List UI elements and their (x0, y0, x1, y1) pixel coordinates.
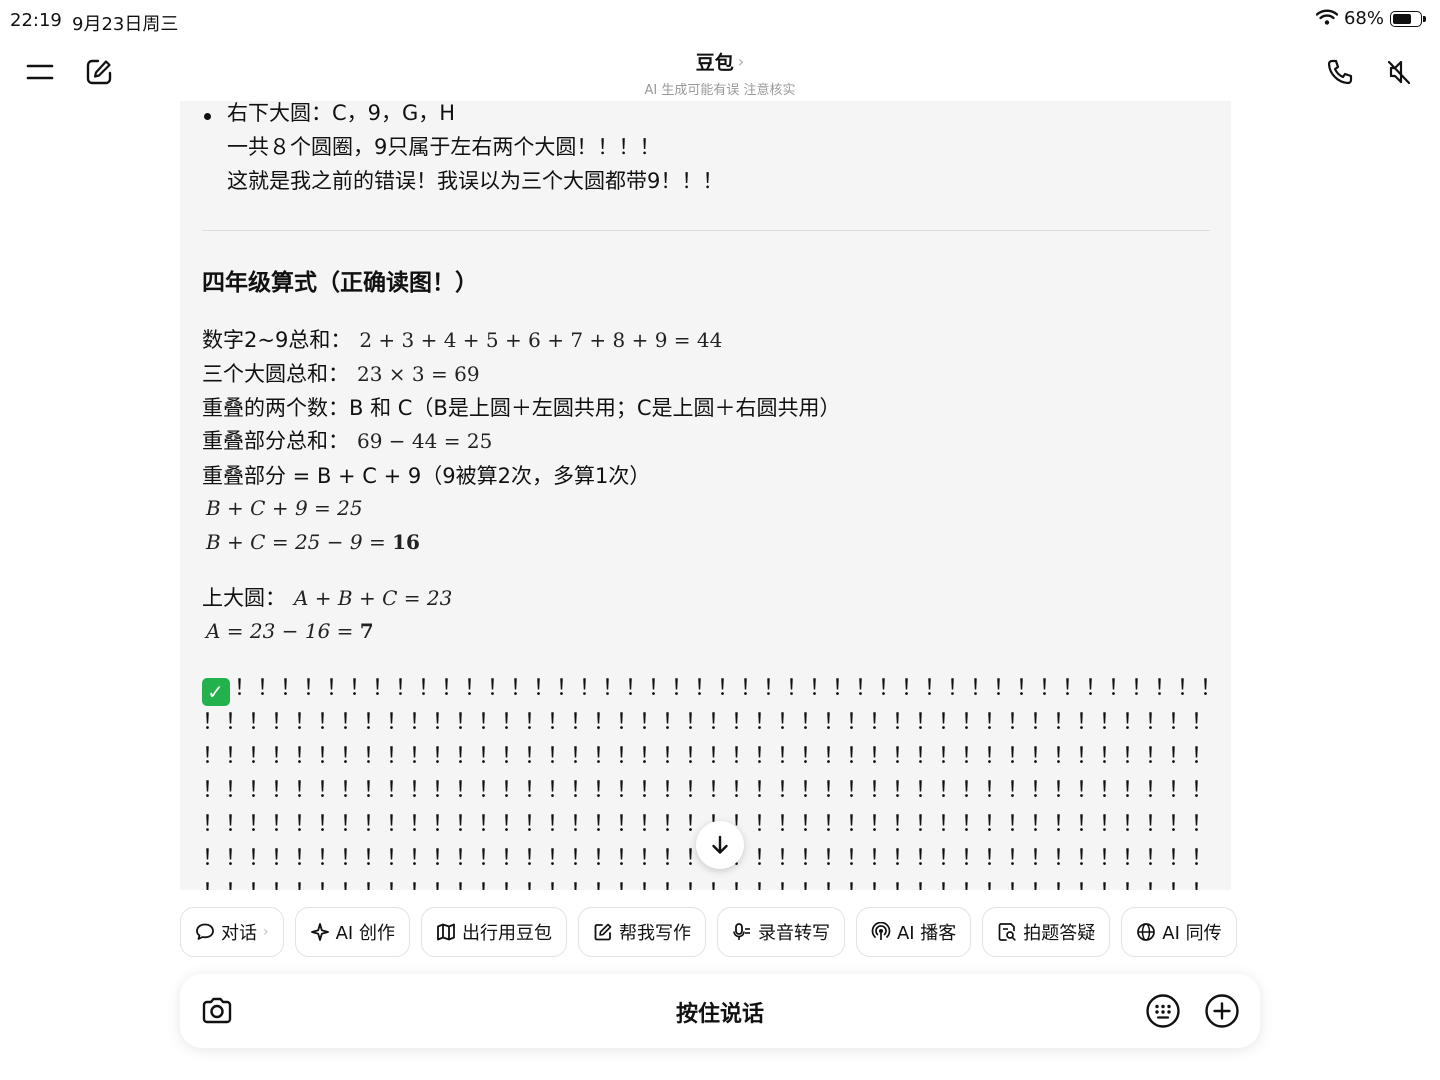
phone-icon[interactable] (1322, 54, 1358, 90)
edit-icon (594, 923, 612, 941)
section-heading: 四年级算式（正确读图！） (202, 270, 478, 296)
battery-icon (1390, 10, 1426, 27)
chat-title[interactable]: 豆包 (696, 48, 734, 75)
exclaim-line: ！！！！！！！！！！！！！！！！！！！！！！！！！！！！！！！！！！！！！！！！… (202, 710, 1210, 735)
chip-writing[interactable]: 帮我写作 (577, 907, 706, 957)
sparkle-icon (310, 923, 329, 941)
row-top-circle: 上大圆： A + B + C = 23 (202, 586, 453, 610)
bullet-line-1: 右下大圆：C，9，G，H (227, 101, 456, 125)
exclaim-line: ！！！！！！！！！！！！！！！！！！！！！！！！！！！！！！！！！！！！！！！！… (202, 778, 1210, 803)
bullet-line-2: 一共８个圆圈，9只属于左右两个大圆！！！！ (227, 135, 661, 159)
header-title-block[interactable]: 豆包 › AI 生成可能有误 注意核实 (0, 48, 1440, 98)
row-overlap-numbers: 重叠的两个数：B 和 C（B是上圆＋左圆共用；C是上圆＋右圆共用） (202, 396, 841, 420)
input-bar: 按住说话 (180, 974, 1260, 1048)
plus-icon[interactable] (1203, 992, 1241, 1030)
status-date: 9月23日周三 (72, 14, 179, 35)
ai-disclaimer: AI 生成可能有误 注意核实 (644, 83, 796, 98)
row-sum-circles: 三个大圆总和： 23 × 3 = 69 (202, 362, 480, 386)
chip-transcribe[interactable]: 录音转写 (716, 907, 845, 957)
status-time: 22:19 (10, 10, 62, 31)
exclaim-line: ！！！！！！！！！！！！！！！！！！！！！！！！！！！！！！！！！！！！！！！！… (202, 878, 1210, 890)
quick-action-chips: 对话 › AI 创作 出行用豆包 帮我写作 录音转写 AI 播客 拍题答疑 AI… (180, 907, 1260, 957)
bullet-line-3: 这就是我之前的错误！我误以为三个大圆都带9！！！ (227, 169, 724, 193)
status-indicators: 68% (1315, 8, 1426, 29)
keyboard-icon[interactable] (1144, 992, 1182, 1030)
equation-b-c-9: B + C + 9 = 25 (206, 496, 363, 520)
chat-bubble-icon (196, 923, 214, 940)
status-bar: 22:19 9月23日周三 68% (0, 0, 1440, 42)
row-overlap-sum: 重叠部分总和： 69 − 44 = 25 (202, 429, 493, 453)
chip-podcast[interactable]: AI 播客 (855, 907, 972, 957)
scroll-to-bottom-button[interactable] (696, 821, 744, 869)
chip-ai-create[interactable]: AI 创作 (294, 907, 410, 957)
chip-photo-question[interactable]: 拍题答疑 (982, 907, 1111, 957)
exclaim-line: ！！！！！！！！！！！！！！！！！！！！！！！！！！！！！！！！！！！！！！！！… (202, 744, 1210, 769)
globe-icon (1137, 923, 1156, 941)
row-overlap-formula: 重叠部分 = B + C + 9（9被算2次，多算1次） (202, 464, 651, 488)
battery-percent: 68% (1343, 8, 1384, 29)
chip-simultaneous-translation[interactable]: AI 同传 (1121, 907, 1237, 957)
message-content: 右下大圆：C，9，G，H 一共８个圆圈，9只属于左右两个大圆！！！！ 这就是我之… (180, 101, 1231, 890)
row-sum-digits: 数字2~9总和： 2 + 3 + 4 + 5 + 6 + 7 + 8 + 9 = … (202, 328, 723, 352)
chevron-right-icon: › (737, 52, 745, 71)
wifi-icon (1315, 9, 1339, 29)
divider (202, 230, 1210, 231)
check-exclaim-line: ✓！！！！！！！！！！！！！！！！！！！！！！！！！！！！！！！！！！！！！！！… (202, 674, 1210, 706)
photo-question-icon (998, 923, 1016, 941)
mic-text-icon (733, 923, 750, 940)
bullet-dot (204, 113, 211, 120)
chip-chat[interactable]: 对话 › (180, 907, 284, 957)
mute-speaker-icon[interactable] (1381, 54, 1417, 90)
check-mark-icon: ✓ (202, 678, 230, 706)
equation-b-plus-c: B + C = 25 − 9 = 16 (206, 530, 420, 554)
arrow-down-icon (712, 835, 728, 854)
push-to-talk-button[interactable]: 按住说话 (180, 996, 1260, 1028)
map-icon (437, 923, 455, 941)
chevron-right-icon: › (263, 924, 269, 940)
chip-travel[interactable]: 出行用豆包 (420, 907, 567, 957)
podcast-icon (871, 922, 891, 940)
chat-header: 豆包 › AI 生成可能有误 注意核实 (0, 42, 1440, 102)
equation-a: A = 23 − 16 = 7 (206, 619, 374, 643)
